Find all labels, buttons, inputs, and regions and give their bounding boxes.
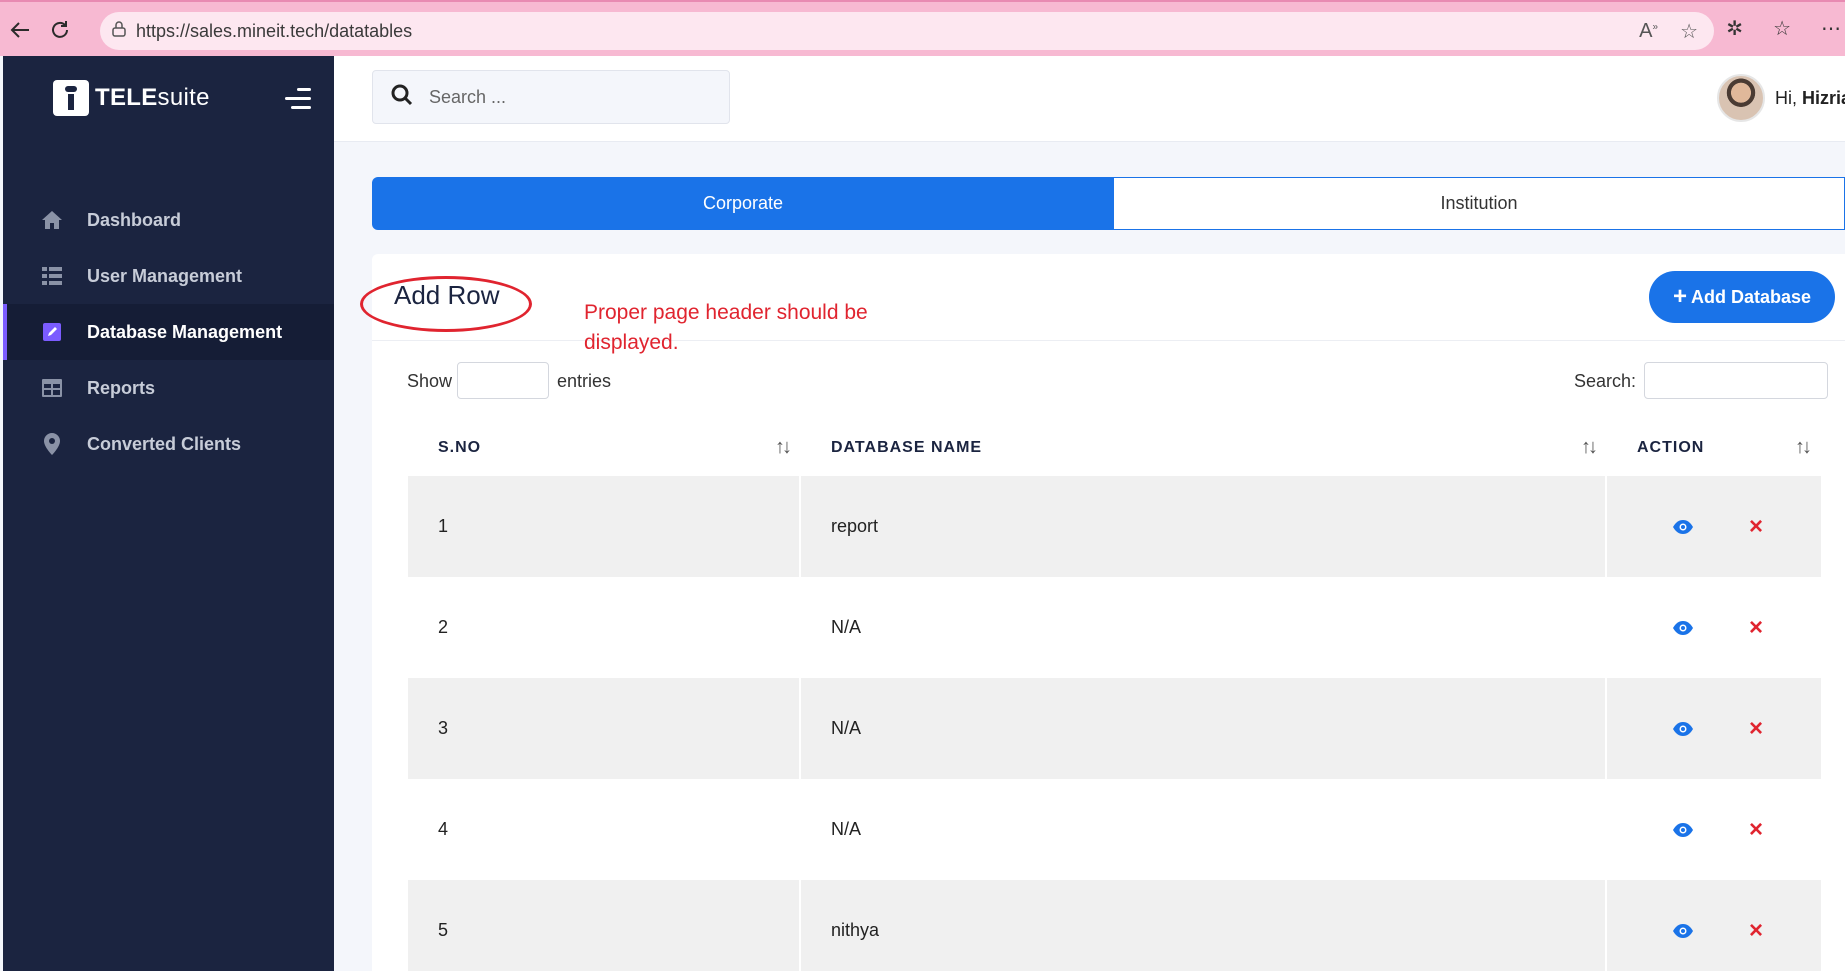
browser-toolbar: https://sales.mineit.tech/datatables A» … (0, 0, 1845, 56)
column-header-database-name[interactable]: DATABASE NAME ↑↓ (801, 420, 1607, 476)
annotation-note: Proper page header should be displayed. (584, 301, 868, 354)
more-icon[interactable]: ⋯ (1821, 16, 1841, 41)
user-menu[interactable]: Hi, Hizria (1717, 74, 1845, 122)
lock-icon (112, 20, 126, 42)
menu-toggle-icon[interactable] (285, 88, 311, 110)
cell-actions: × (1607, 476, 1821, 577)
table-search-label: Search: (1574, 371, 1637, 391)
sidebar-item-label: Reports (87, 377, 156, 398)
view-eye-icon[interactable] (1671, 721, 1695, 737)
entries-label: entries (557, 371, 612, 391)
cell-sno: 4 (408, 779, 801, 880)
sidebar-item-converted-clients[interactable]: Converted Clients (3, 416, 334, 472)
sidebar-item-database-management[interactable]: Database Management (3, 304, 334, 360)
edit-icon (39, 319, 65, 345)
card-header: Add Row Proper page header should be dis… (360, 254, 1845, 354)
table-header: S.NO ↑↓ DATABASE NAME ↑↓ ACTION ↑↓ (408, 420, 1821, 476)
tab-corporate[interactable]: Corporate (372, 177, 1114, 230)
cell-sno: 1 (408, 476, 801, 577)
cell-database-name: N/A (801, 678, 1607, 779)
category-tabs: Corporate Institution (372, 177, 1845, 230)
sidebar-item-reports[interactable]: Reports (3, 360, 334, 416)
tab-institution[interactable]: Institution (1114, 177, 1845, 230)
extensions-icon[interactable]: ✲ (1726, 16, 1743, 41)
cell-sno: 3 (408, 678, 801, 779)
map-pin-icon (39, 431, 65, 457)
cell-actions: × (1607, 779, 1821, 880)
table-controls: Show entries Search: (407, 362, 1828, 400)
cell-database-name: report (801, 476, 1607, 577)
user-greeting: Hi, Hizria (1775, 87, 1845, 108)
table-row: 2 N/A × (408, 577, 1821, 678)
favorite-star-icon[interactable]: ☆ (1680, 19, 1698, 44)
sidebar-item-dashboard[interactable]: Dashboard (3, 192, 334, 248)
home-icon (39, 207, 65, 233)
sidebar-item-label: Converted Clients (87, 433, 242, 454)
read-aloud-icon[interactable]: A» (1639, 20, 1658, 43)
sidebar-item-user-management[interactable]: User Management (3, 248, 334, 304)
sidebar-nav: Dashboard User Management Database Manag… (3, 192, 334, 472)
address-bar[interactable]: https://sales.mineit.tech/datatables A» … (100, 12, 1714, 50)
table-row: 4 N/A × (408, 779, 1821, 880)
brand[interactable]: TELEsuite (53, 80, 210, 116)
favorites-icon[interactable]: ☆ (1773, 16, 1791, 41)
cell-sno: 5 (408, 880, 801, 971)
brand-logo-icon (53, 80, 89, 116)
table-row: 5 nithya × (408, 880, 1821, 971)
add-database-button[interactable]: + Add Database (1649, 271, 1835, 323)
database-table: S.NO ↑↓ DATABASE NAME ↑↓ ACTION ↑↓ 1 rep… (408, 420, 1821, 971)
sidebar-item-label: Database Management (87, 321, 283, 342)
avatar[interactable] (1717, 74, 1765, 122)
list-icon (39, 263, 65, 289)
plus-icon: + (1672, 283, 1687, 310)
cell-database-name: nithya (801, 880, 1607, 971)
table-search-input[interactable] (1644, 362, 1828, 399)
table-icon (39, 375, 65, 401)
show-label: Show (407, 371, 453, 391)
sidebar-item-label: User Management (87, 265, 243, 286)
view-eye-icon[interactable] (1671, 822, 1695, 838)
cell-actions: × (1607, 880, 1821, 971)
entries-select[interactable] (457, 362, 549, 399)
url-text: https://sales.mineit.tech/datatables (136, 20, 413, 41)
brand-name: TELEsuite (95, 84, 210, 111)
sidebar: TELEsuite Dashboard User Management Data… (3, 56, 334, 971)
back-icon[interactable] (6, 16, 34, 44)
sidebar-item-label: Dashboard (87, 209, 182, 230)
view-eye-icon[interactable] (1671, 519, 1695, 535)
view-eye-icon[interactable] (1671, 620, 1695, 636)
cell-database-name: N/A (801, 577, 1607, 678)
delete-x-icon[interactable]: × (1749, 615, 1763, 640)
search-icon (391, 84, 413, 111)
sort-icon[interactable]: ↑↓ (1581, 436, 1598, 459)
delete-x-icon[interactable]: × (1749, 514, 1763, 539)
table-row: 1 report × (408, 476, 1821, 577)
cell-database-name: N/A (801, 779, 1607, 880)
delete-x-icon[interactable]: × (1749, 716, 1763, 741)
sort-icon[interactable]: ↑↓ (1795, 436, 1812, 459)
table-row: 3 N/A × (408, 678, 1821, 779)
column-header-sno[interactable]: S.NO ↑↓ (408, 420, 801, 476)
column-header-action[interactable]: ACTION ↑↓ (1607, 420, 1821, 476)
sort-icon[interactable]: ↑↓ (775, 436, 792, 459)
reload-icon[interactable] (46, 16, 74, 44)
cell-sno: 2 (408, 577, 801, 678)
annotation-ellipse (360, 276, 532, 332)
search-placeholder: Search ... (429, 86, 507, 107)
cell-actions: × (1607, 678, 1821, 779)
top-header: Search ... Hi, Hizria (334, 56, 1845, 142)
cell-actions: × (1607, 577, 1821, 678)
view-eye-icon[interactable] (1671, 923, 1695, 939)
database-card: Add Row Proper page header should be dis… (360, 254, 1845, 971)
delete-x-icon[interactable]: × (1749, 817, 1763, 842)
global-search-input[interactable]: Search ... (372, 70, 730, 124)
delete-x-icon[interactable]: × (1749, 918, 1763, 943)
